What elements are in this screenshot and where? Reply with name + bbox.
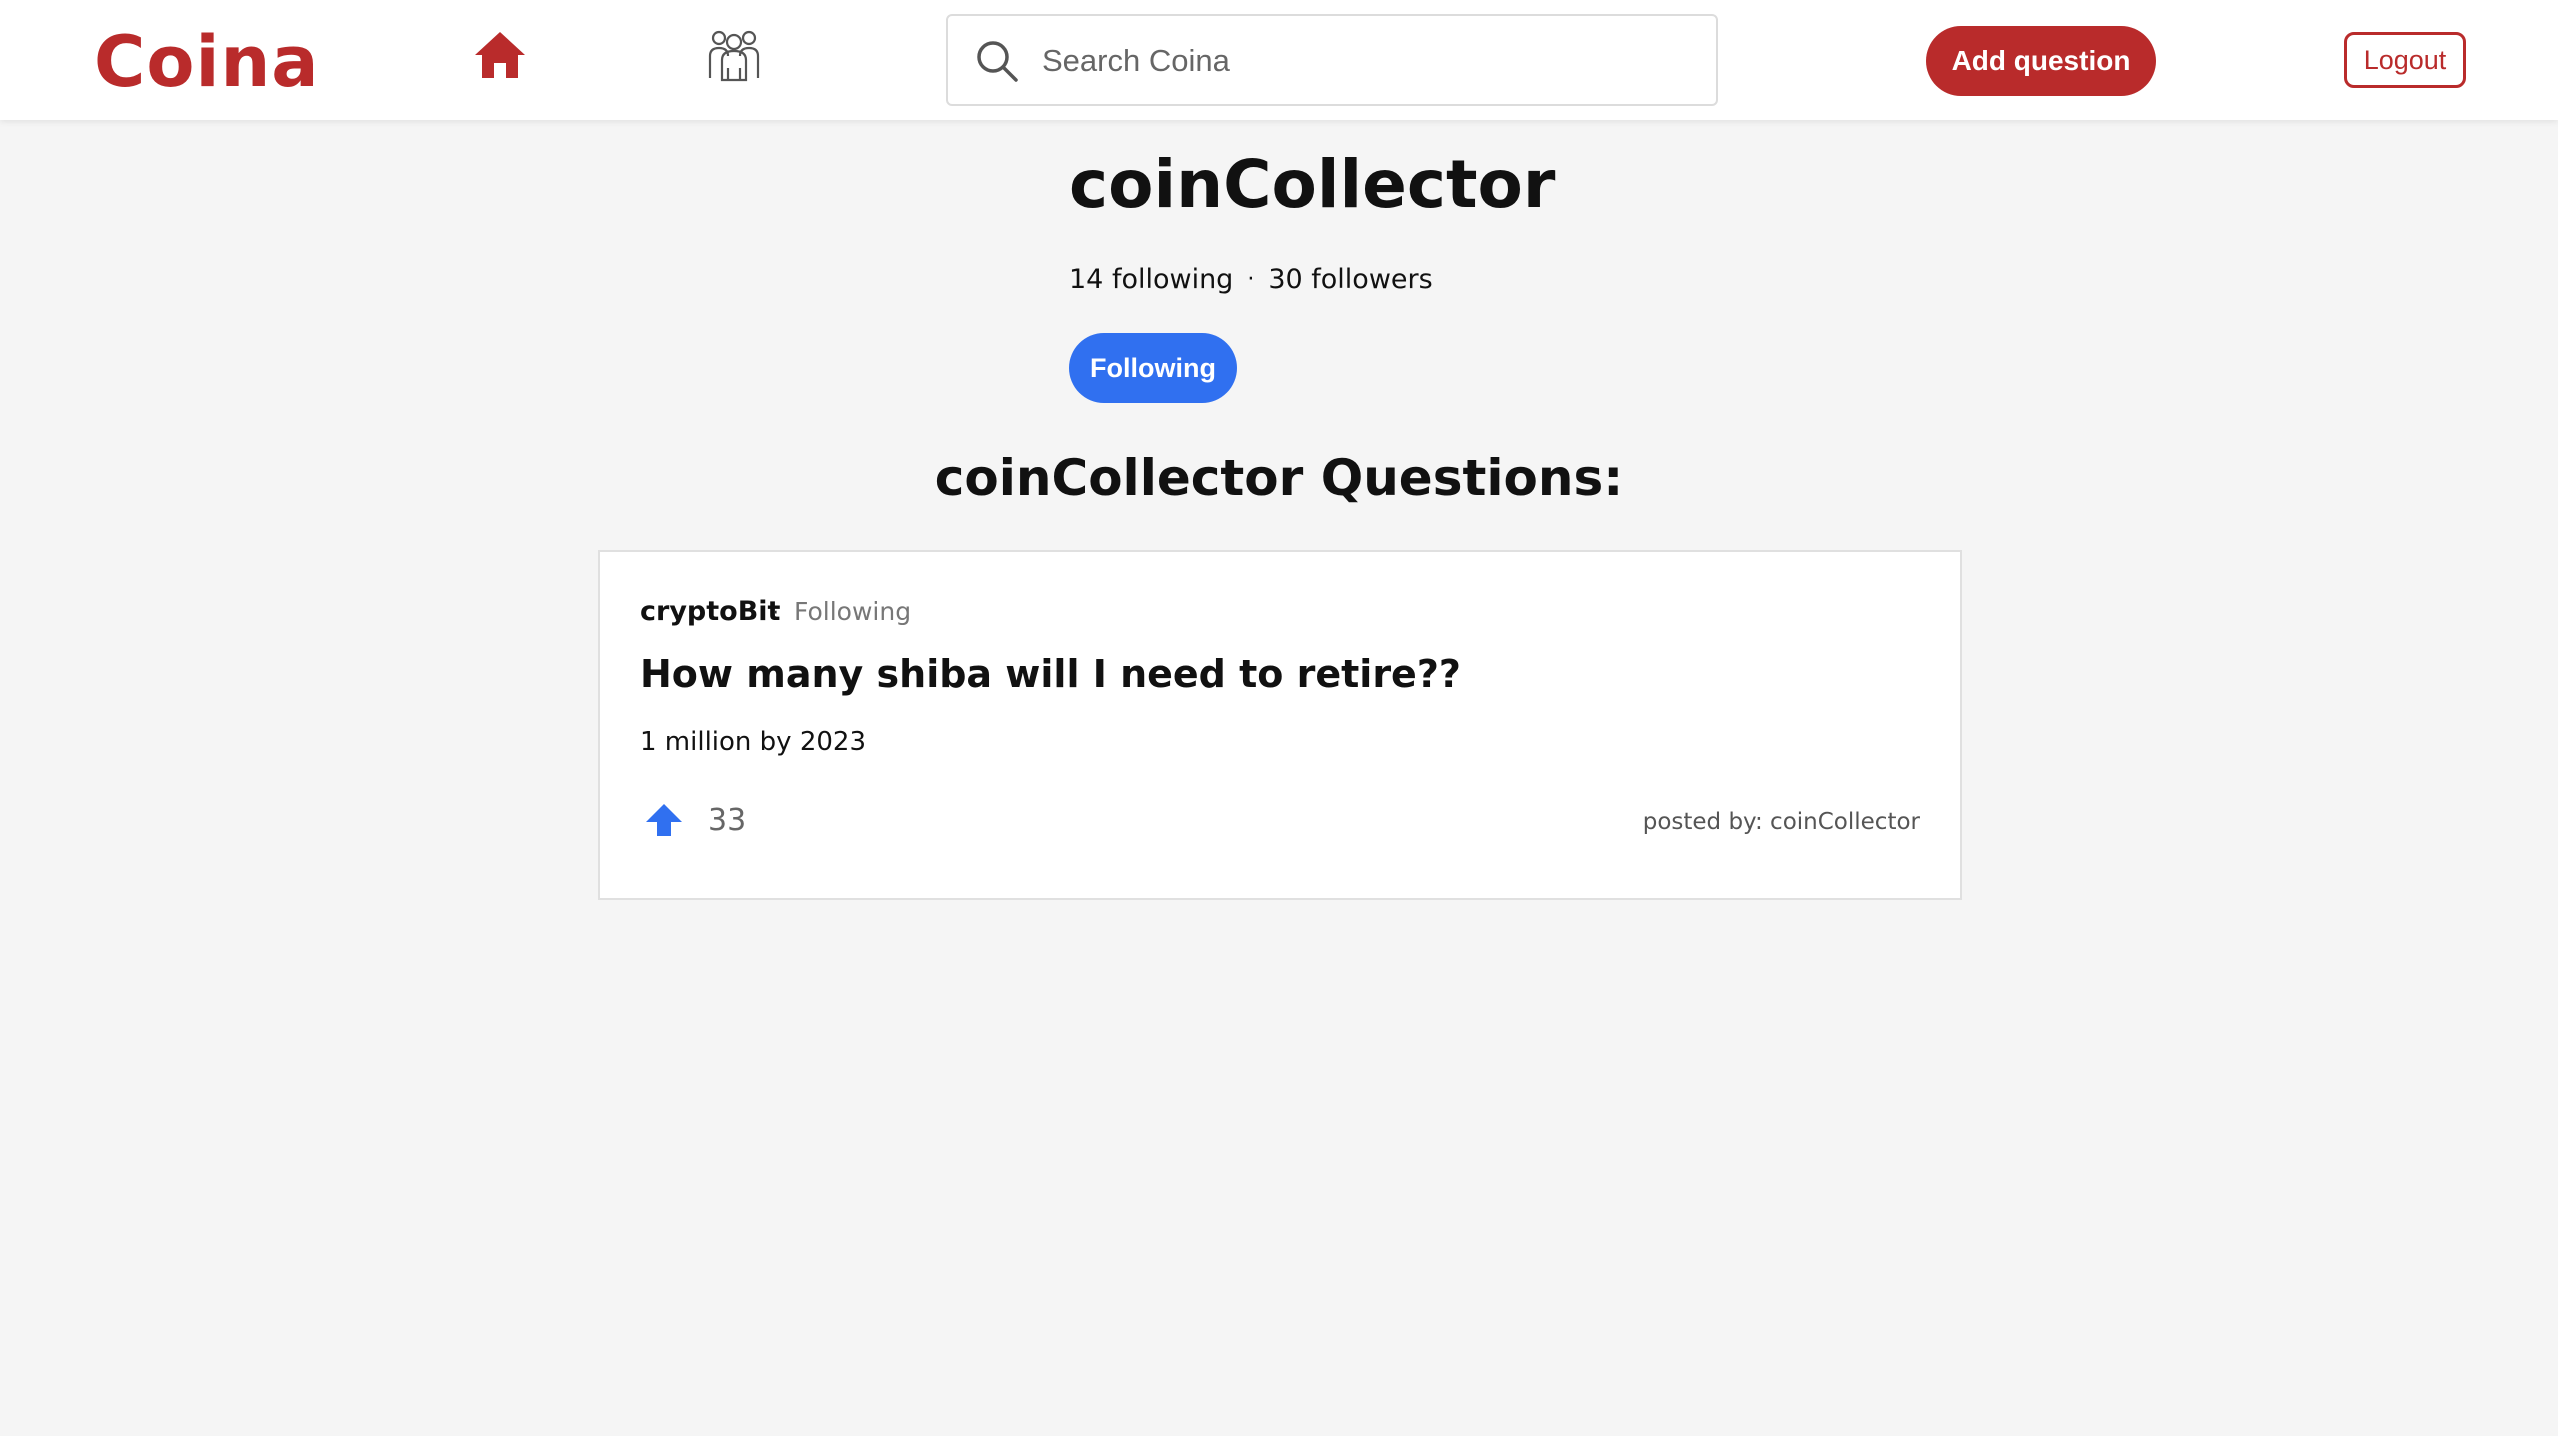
question-author[interactable]: cryptoBit <box>640 594 780 630</box>
vote-count: 33 <box>708 803 747 838</box>
question-title[interactable]: How many shiba will I need to retire?? <box>640 648 1461 700</box>
follow-toggle-button[interactable]: Following <box>1069 333 1237 403</box>
search-bar <box>946 14 1718 106</box>
profile-username: coinCollector <box>1069 146 1556 223</box>
profile-stats: 14 following · 30 followers <box>1069 262 1433 298</box>
questions-section-title: coinCollector Questions: <box>934 449 1624 507</box>
top-navbar: Coina Add question Logout <box>0 0 2558 120</box>
question-card: cryptoBit · Following How many shiba wil… <box>598 550 1962 900</box>
app-logo[interactable]: Coina <box>94 14 320 110</box>
search-input[interactable] <box>1042 30 1692 92</box>
following-count[interactable]: 14 following <box>1069 264 1233 295</box>
home-icon[interactable] <box>473 30 527 80</box>
posted-by: posted by: coinCollector <box>1642 809 1920 835</box>
search-icon <box>974 38 1020 84</box>
logout-button[interactable]: Logout <box>2344 32 2466 88</box>
add-question-button[interactable]: Add question <box>1926 26 2156 96</box>
followers-count[interactable]: 30 followers <box>1268 264 1432 295</box>
author-separator: · <box>772 601 779 626</box>
people-icon[interactable] <box>708 28 760 82</box>
stats-separator: · <box>1247 267 1255 292</box>
author-follow-status[interactable]: Following <box>794 594 911 630</box>
question-body: 1 million by 2023 <box>640 727 867 757</box>
upvote-icon[interactable] <box>644 802 684 838</box>
